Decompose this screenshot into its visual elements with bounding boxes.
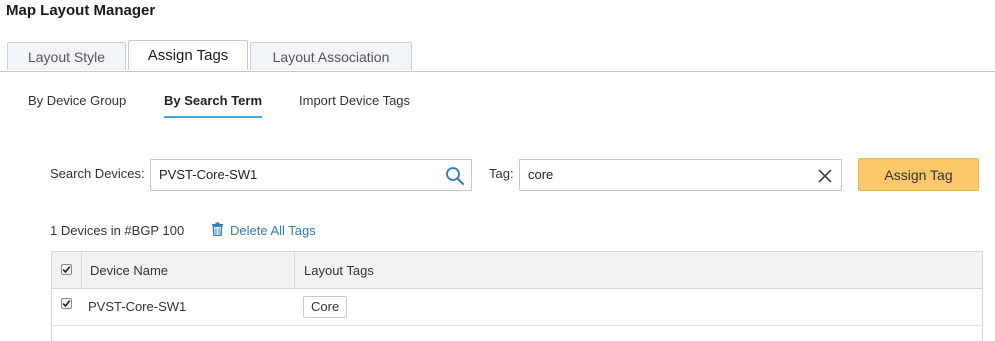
assign-tag-button[interactable]: Assign Tag [858, 158, 979, 191]
table-row[interactable]: PVST-Core-SW1 Core [52, 289, 982, 326]
main-tabs: Layout Style Assign Tags Layout Associat… [0, 40, 995, 72]
column-header-device-name[interactable]: Device Name [90, 263, 168, 278]
tabs-divider [0, 71, 995, 72]
search-devices-input[interactable] [159, 160, 441, 189]
clear-icon[interactable] [815, 166, 835, 186]
sub-tabs: By Device Group By Search Term Import De… [0, 86, 995, 120]
subtab-by-search-term[interactable]: By Search Term [164, 86, 263, 118]
tag-input[interactable] [528, 160, 811, 189]
tab-layout-association[interactable]: Layout Association [250, 42, 412, 70]
select-all-checkbox[interactable] [61, 264, 72, 275]
search-icon[interactable] [445, 166, 465, 186]
trash-icon [211, 222, 224, 239]
row-checkbox[interactable] [61, 298, 72, 309]
tag-label: Tag: [489, 166, 514, 181]
tab-layout-style[interactable]: Layout Style [7, 42, 126, 70]
device-name-cell: PVST-Core-SW1 [88, 299, 187, 314]
search-devices-label: Search Devices: [50, 166, 145, 181]
layout-tag-chip[interactable]: Core [303, 296, 348, 318]
column-divider [294, 252, 295, 288]
page-title: Map Layout Manager [6, 2, 156, 19]
column-divider [81, 252, 82, 288]
delete-all-tags-label: Delete All Tags [230, 223, 316, 238]
subtab-import-device-tags[interactable]: Import Device Tags [299, 86, 410, 116]
delete-all-tags-link[interactable]: Delete All Tags [211, 222, 316, 239]
tab-assign-tags[interactable]: Assign Tags [128, 40, 248, 70]
column-header-layout-tags[interactable]: Layout Tags [304, 263, 374, 278]
subtab-by-device-group[interactable]: By Device Group [28, 86, 126, 116]
device-count: 1 Devices in #BGP 100 [50, 223, 185, 238]
tag-field [519, 159, 842, 191]
search-devices-field [150, 159, 472, 191]
devices-table: Device Name Layout Tags PVST-Core-SW1 Co… [51, 251, 983, 341]
table-header: Device Name Layout Tags [52, 252, 982, 289]
